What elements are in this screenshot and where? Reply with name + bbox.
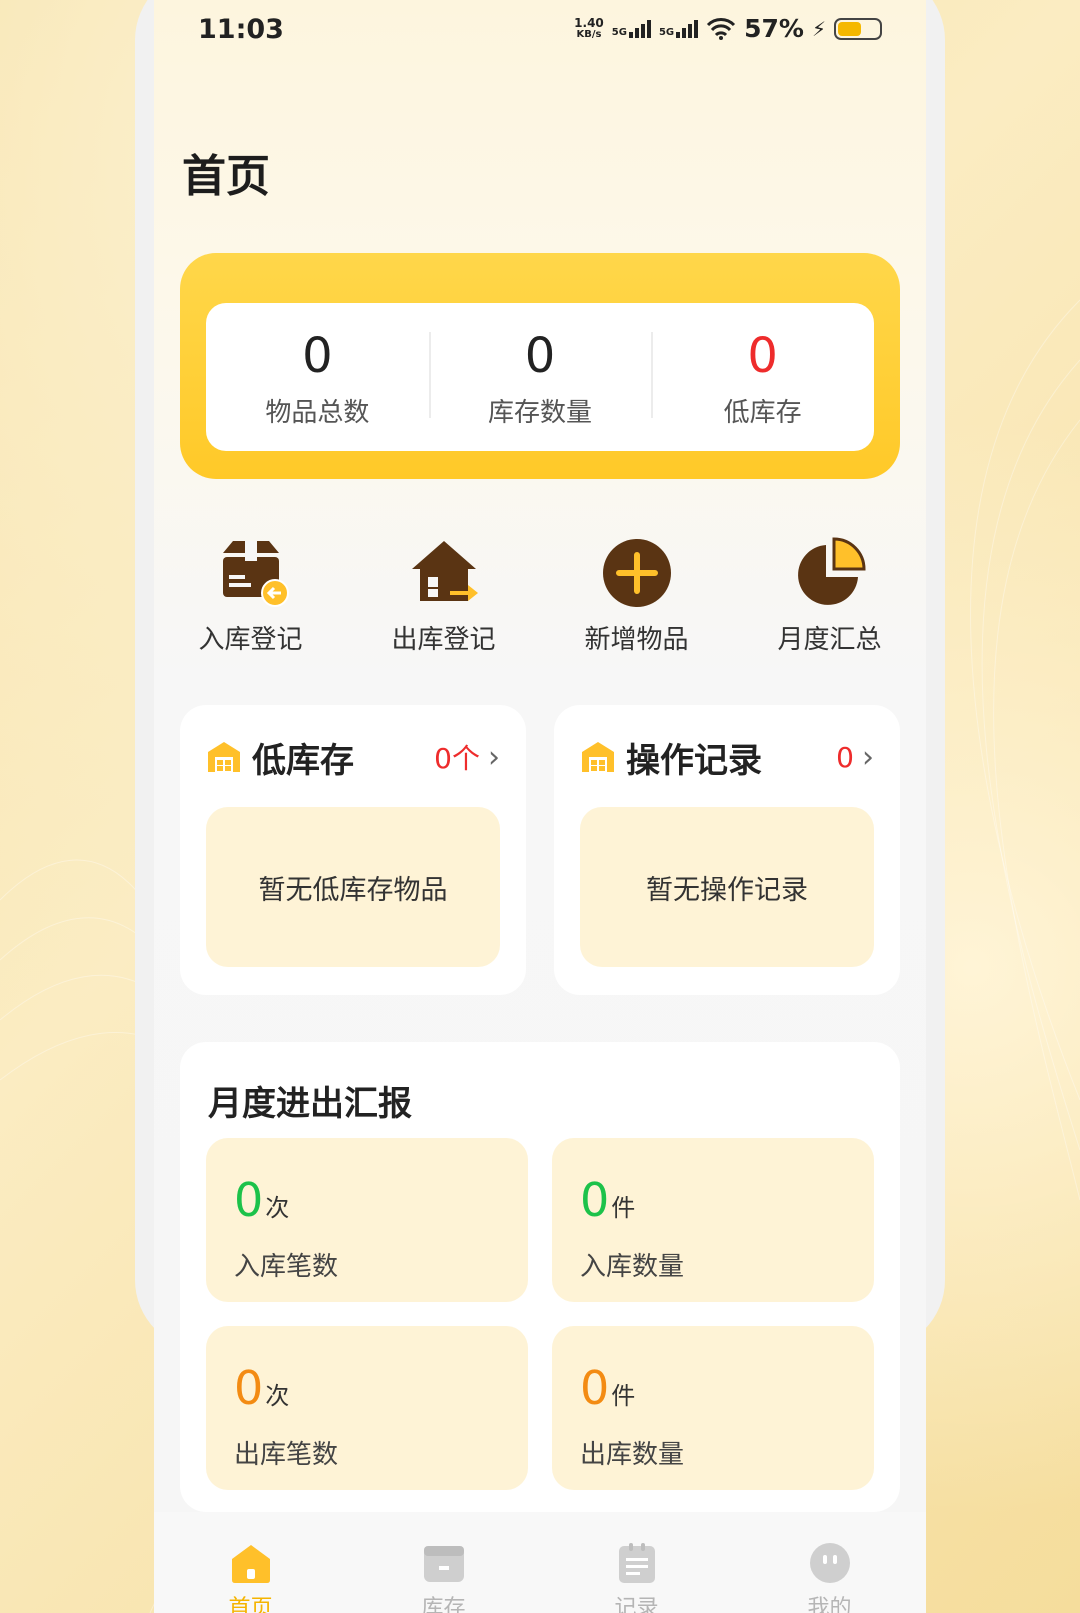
pie-chart-icon: [797, 537, 866, 605]
bottom-tab-bar: 首页 库存 记录 我的: [154, 1512, 926, 1613]
profile-icon: [809, 1543, 850, 1583]
low-stock-count: 0个: [434, 742, 480, 775]
tab-mine[interactable]: 我的: [733, 1512, 926, 1613]
monthly-summary-button[interactable]: 月度汇总: [733, 535, 926, 656]
outbound-quantity-value: 0: [580, 1361, 610, 1415]
operation-records-count: 0: [836, 740, 854, 774]
tab-inventory[interactable]: 库存: [347, 1512, 540, 1613]
inbound-quantity-value: 0: [580, 1173, 610, 1227]
net-speed: 1.40 KB/s: [574, 15, 604, 40]
stat-low-stock[interactable]: 0 低库存: [651, 326, 874, 429]
signal-2-icon: 5G: [659, 19, 699, 38]
stat-total-items[interactable]: 0 物品总数: [206, 326, 429, 429]
operation-records-panel: 操作记录 0 › 暂无操作记录: [554, 705, 900, 995]
stat-stock-quantity[interactable]: 0 库存数量: [428, 326, 652, 429]
inbound-quantity-unit: 件: [611, 1194, 636, 1222]
outbound-count-value: 0: [234, 1361, 264, 1415]
inbound-quantity-label: 入库数量: [580, 1252, 685, 1282]
add-circle-icon: [602, 539, 671, 607]
warehouse-icon: [582, 742, 614, 772]
status-time: 11:03: [198, 14, 284, 45]
tab-home[interactable]: 首页: [154, 1512, 347, 1613]
inbound-register-button[interactable]: 入库登记: [154, 535, 347, 656]
chevron-right-icon: ›: [488, 739, 500, 775]
monthly-report: 月度进出汇报 0次 入库笔数 0件 入库数量 0次 出库笔数 0件 出库数量: [180, 1042, 900, 1512]
outbound-count-unit: 次: [265, 1382, 290, 1410]
add-item-button[interactable]: 新增物品: [540, 535, 733, 656]
low-stock-panel: 低库存 0个 › 暂无低库存物品: [180, 705, 526, 995]
page-title: 首页: [182, 151, 270, 202]
low-stock-empty: 暂无低库存物品: [206, 807, 500, 967]
quick-actions: 入库登记 出库登记 新增物品 月度汇总: [154, 535, 926, 656]
inbound-quantity-tile: 0件 入库数量: [552, 1138, 874, 1302]
battery-percent: 57%: [744, 14, 804, 43]
operation-records-title: 操作记录: [626, 740, 762, 781]
outbound-register-button[interactable]: 出库登记: [347, 535, 540, 656]
charging-icon: ⚡: [811, 16, 826, 41]
home-icon: [231, 1545, 270, 1583]
signal-1-icon: 5G: [612, 19, 651, 38]
low-stock-header[interactable]: 低库存 0个 ›: [206, 735, 500, 781]
summary-stats: 0 物品总数 0 库存数量 0 低库存: [206, 303, 874, 451]
operation-records-empty: 暂无操作记录: [580, 807, 874, 967]
outbound-count-label: 出库笔数: [234, 1440, 339, 1470]
wifi-icon: [707, 17, 736, 40]
outbound-quantity-unit: 件: [611, 1382, 636, 1410]
summary-card: 0 物品总数 0 库存数量 0 低库存: [180, 253, 900, 479]
inbound-count-unit: 次: [265, 1194, 290, 1222]
app-screen: 11:03 1.40 KB/s 5G 5G 57% ⚡ 首页 0 物品总数 0 …: [154, 0, 926, 1613]
inbound-count-tile: 0次 入库笔数: [206, 1138, 528, 1302]
chevron-right-icon: ›: [862, 739, 874, 775]
clipboard-icon: [618, 1543, 655, 1583]
inbound-box-icon: [222, 541, 289, 607]
outbound-count-tile: 0次 出库笔数: [206, 1326, 528, 1490]
status-bar: 11:03 1.40 KB/s 5G 5G 57% ⚡: [154, 0, 926, 60]
battery-icon: [834, 17, 882, 40]
tab-records[interactable]: 记录: [540, 1512, 733, 1613]
outbound-quantity-tile: 0件 出库数量: [552, 1326, 874, 1490]
low-stock-title: 低库存: [252, 740, 354, 781]
operation-records-header[interactable]: 操作记录 0 ›: [580, 735, 874, 781]
inbound-count-label: 入库笔数: [234, 1252, 339, 1282]
outbound-house-icon: [411, 541, 478, 601]
inventory-icon: [423, 1546, 464, 1582]
status-indicators: 1.40 KB/s 5G 5G 57% ⚡: [574, 14, 882, 43]
outbound-quantity-label: 出库数量: [580, 1440, 685, 1470]
warehouse-icon: [208, 742, 240, 772]
inbound-count-value: 0: [234, 1173, 264, 1227]
monthly-report-title: 月度进出汇报: [208, 1084, 412, 1124]
